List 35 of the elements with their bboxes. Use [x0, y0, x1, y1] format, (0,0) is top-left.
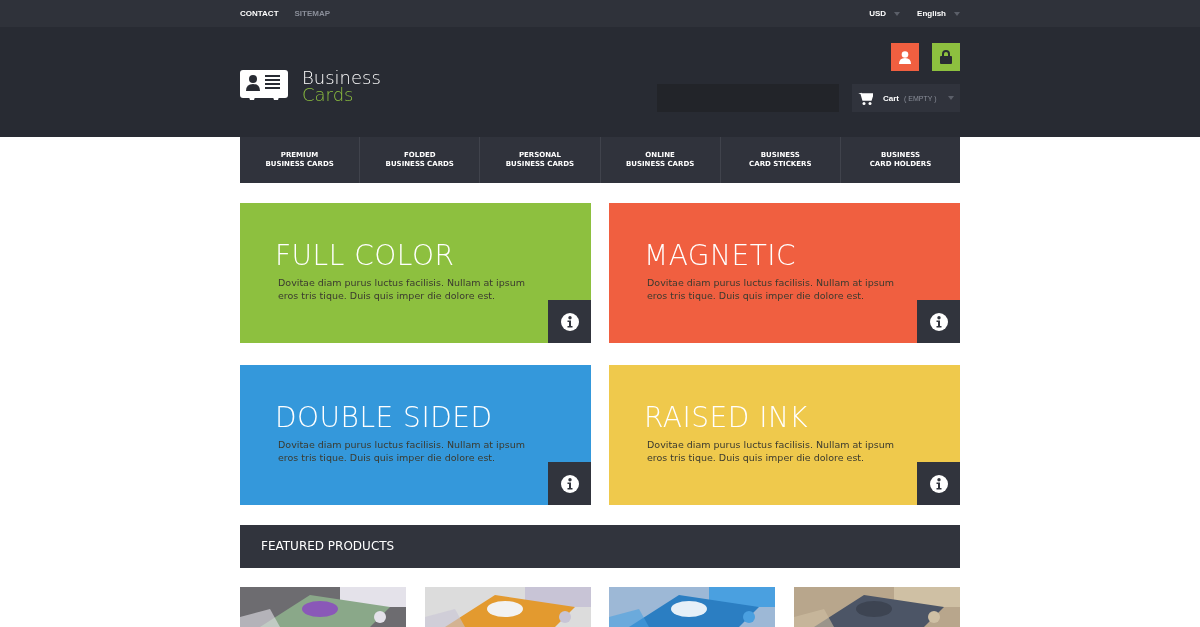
caret-icon — [948, 96, 954, 100]
cart-icon — [858, 91, 873, 105]
info-icon — [560, 474, 579, 493]
promo-banner[interactable]: DOUBLE SIDED Dovitae diam purus luctus facilisis. Nullam at ipsum eros tris tique. Duis quis imper die dolore est. — [240, 365, 591, 505]
user-icon — [899, 50, 911, 64]
banner-title: MAGNETIC — [644, 239, 798, 273]
account-button[interactable] — [891, 43, 919, 71]
info-icon — [929, 312, 948, 331]
banner-text: Dovitae diam purus luctus facilisis. Nullam at ipsum eros tris tique. Duis quis imper die dolore est. — [278, 438, 526, 464]
info-button[interactable] — [548, 300, 591, 343]
promo-banner[interactable]: FULL COLOR Dovitae diam purus luctus facilisis. Nullam at ipsum eros tris tique. Duis quis imper die dolore est. — [240, 203, 591, 343]
caret-icon — [894, 11, 901, 16]
business-card-icon — [240, 70, 288, 102]
banner-title: DOUBLE SIDED — [275, 401, 494, 435]
info-icon — [929, 474, 948, 493]
language-dropdown[interactable]: English — [917, 9, 960, 18]
info-button[interactable] — [917, 462, 960, 505]
logo-text[interactable]: Business Cards — [302, 69, 381, 103]
info-button[interactable] — [548, 462, 591, 505]
top-link[interactable]: CONTACT — [240, 9, 279, 18]
info-icon — [560, 312, 579, 331]
banner-text: Dovitae diam purus luctus facilisis. Nullam at ipsum eros tris tique. Duis quis imper die dolore est. — [647, 276, 895, 302]
section-heading: FEATURED PRODUCTS — [240, 525, 960, 568]
banner-text: Dovitae diam purus luctus facilisis. Nullam at ipsum eros tris tique. Duis quis imper die dolore est. — [647, 438, 895, 464]
info-button[interactable] — [917, 300, 960, 343]
currency-dropdown[interactable]: USD — [869, 9, 901, 18]
banner-text: Dovitae diam purus luctus facilisis. Nullam at ipsum eros tris tique. Duis quis imper die dolore est. — [278, 276, 526, 302]
promo-banner[interactable]: MAGNETIC Dovitae diam purus luctus facilisis. Nullam at ipsum eros tris tique. Duis quis imper die dolore est. — [609, 203, 960, 343]
top-link[interactable]: SITEMAP — [294, 9, 331, 18]
lock-icon — [940, 50, 952, 64]
promo-banner[interactable]: RAISED INK Dovitae diam purus luctus facilisis. Nullam at ipsum eros tris tique. Duis quis imper die dolore est. — [609, 365, 960, 505]
banner-title: RAISED INK — [644, 401, 810, 435]
login-button[interactable] — [932, 43, 960, 71]
caret-icon — [954, 11, 960, 16]
banner-title: FULL COLOR — [275, 239, 456, 273]
